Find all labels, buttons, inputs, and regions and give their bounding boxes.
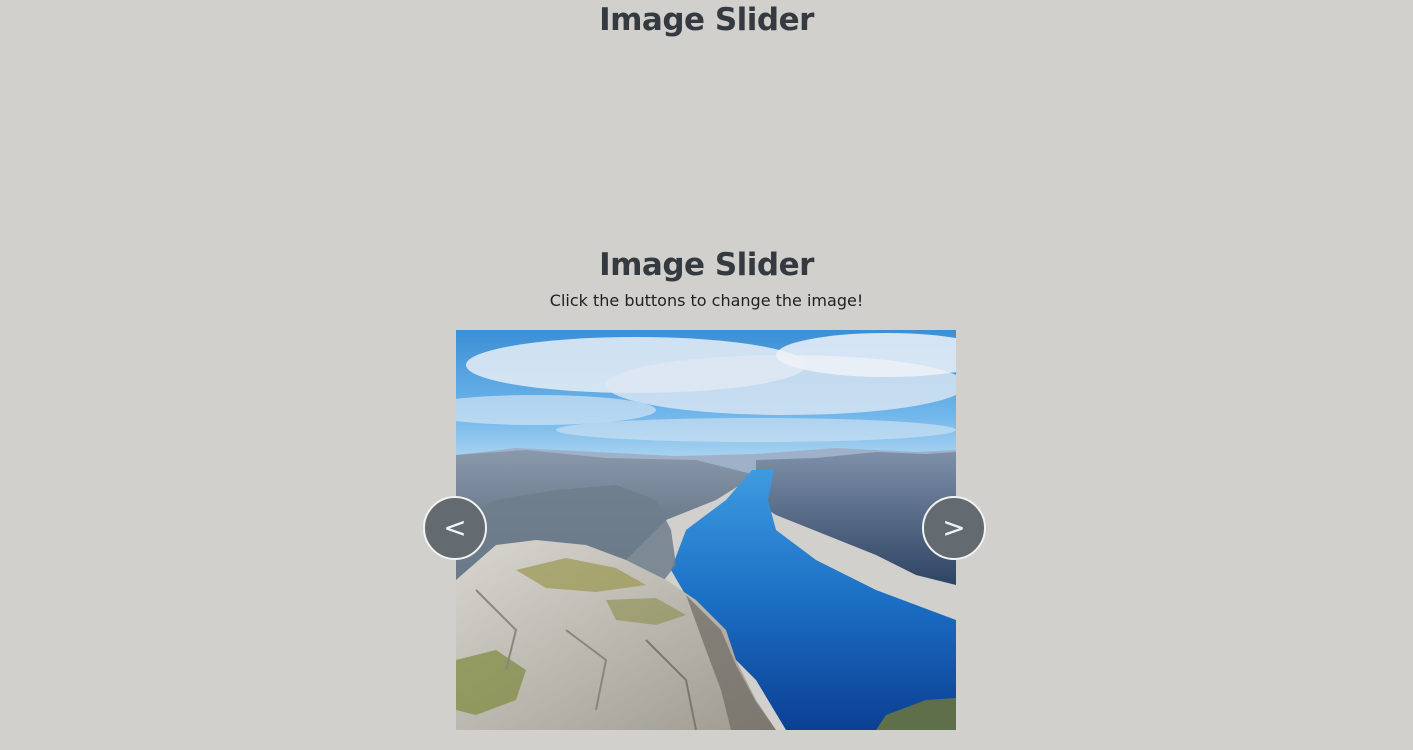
slider-subtitle: Click the buttons to change the image! [549, 291, 864, 310]
fjord-landscape-image [456, 330, 956, 730]
slider-title: Image Slider [599, 247, 814, 283]
page: Image Slider Image Slider Click the butt… [0, 0, 1413, 750]
page-title: Image Slider [599, 2, 814, 38]
next-button[interactable]: > [922, 496, 986, 560]
prev-button[interactable]: < [423, 496, 487, 560]
slider-image [456, 330, 956, 730]
